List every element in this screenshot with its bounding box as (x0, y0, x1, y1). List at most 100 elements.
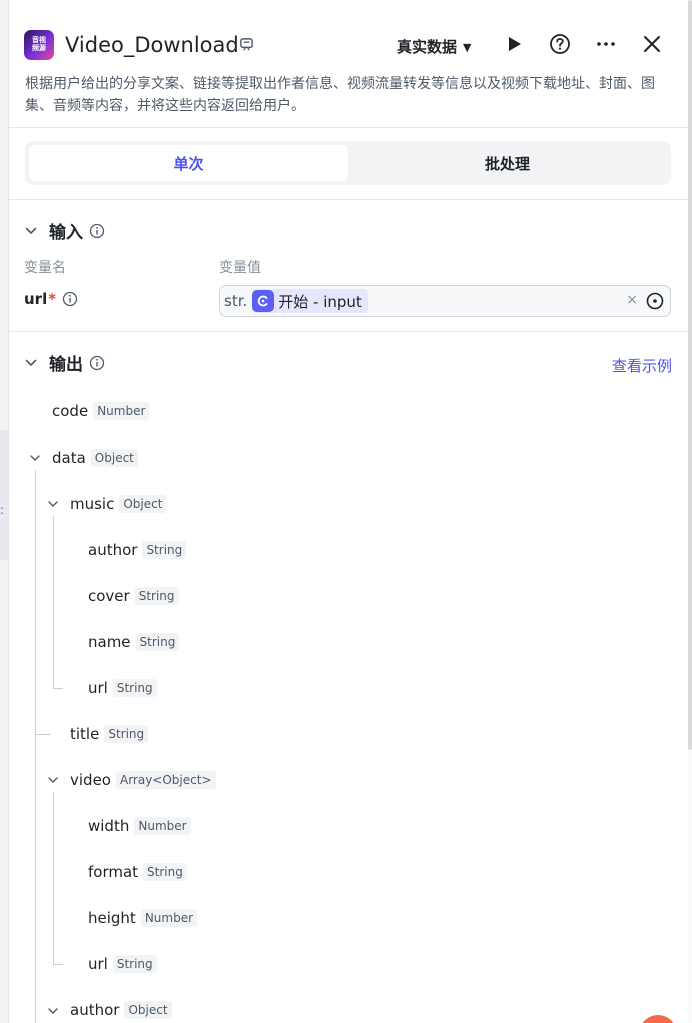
caret-down-icon: ▼ (463, 41, 472, 54)
info-icon[interactable] (89, 355, 105, 371)
field-name: music (70, 495, 115, 513)
section-divider (9, 199, 688, 200)
variable-picker-icon[interactable] (646, 292, 664, 310)
field-name: cover (88, 587, 130, 605)
field-type-tag: String (112, 679, 157, 697)
tree-item-video-format: format String (88, 860, 187, 884)
required-mark: * (48, 290, 57, 308)
tree-connector (53, 964, 63, 965)
tree-item-code: code Number (52, 399, 150, 423)
field-type-tag: Number (93, 402, 150, 420)
field-name: format (88, 863, 139, 881)
tree-item-music-cover: cover String (88, 584, 179, 608)
field-name: data (52, 449, 86, 467)
page-title: Video_Download (65, 33, 239, 57)
scrollbar-thumb[interactable] (688, 0, 692, 750)
field-type-tag: Object (119, 495, 167, 513)
field-type-tag: String (104, 725, 149, 743)
plugin-description: 根据用户给出的分享文案、链接等提取出作者信息、视频流量转发等信息以及视频下载地址… (25, 76, 655, 114)
tree-item-video-width: width Number (88, 814, 191, 838)
section-divider (9, 331, 688, 332)
field-name: code (52, 402, 89, 420)
input-section-title: 输入 (49, 223, 83, 243)
field-type-tag: Array<Object> (115, 771, 216, 789)
run-mode-tabs: 单次 批处理 (25, 141, 671, 185)
field-type-tag: String (143, 863, 187, 881)
column-header-var-value: 变量值 (219, 260, 261, 276)
tree-item-author[interactable]: author Object (70, 998, 172, 1022)
tree-connector (53, 688, 63, 689)
tree-item-title: title String (70, 722, 149, 746)
info-icon[interactable] (89, 223, 105, 239)
tree-item-video-height: height Number (88, 906, 198, 930)
left-panel-marker: : (0, 503, 5, 517)
tree-item-music-url: url String (88, 676, 157, 700)
field-type-tag: String (112, 955, 157, 973)
output-section-header[interactable]: 输出 (24, 350, 105, 375)
field-type-tag: String (142, 541, 187, 559)
clear-icon[interactable]: × (626, 292, 638, 308)
plugin-test-panel: 音视 频源 Video_Download 真实数据 ▼ 根据用户给出的分享文案、… (9, 0, 688, 1023)
panel-header: 音视 频源 Video_Download 真实数据 ▼ 根据用户给出的分享文案、… (9, 0, 688, 128)
field-type-tag: String (134, 587, 179, 605)
logo-text-line2: 频源 (32, 44, 46, 52)
chevron-down-icon[interactable] (47, 498, 59, 510)
edit-title-icon[interactable] (239, 37, 254, 52)
output-section-title: 输出 (49, 355, 83, 375)
chevron-down-icon[interactable] (47, 774, 59, 786)
plugin-logo-icon: 音视 频源 (24, 30, 54, 60)
column-header-var-name: 变量名 (24, 260, 66, 276)
chevron-down-icon (25, 359, 37, 366)
tree-connector (35, 470, 36, 1023)
tree-item-music-name: name String (88, 630, 180, 654)
chevron-down-icon[interactable] (29, 452, 41, 464)
tree-item-data[interactable]: data Object (52, 446, 138, 470)
field-type-tag: Number (140, 909, 198, 927)
scrollbar[interactable] (688, 0, 692, 1023)
field-type-tag: Object (90, 449, 138, 467)
variable-reference-chip[interactable]: 开始 - input (252, 289, 368, 313)
tree-connector (53, 516, 54, 688)
tab-batch[interactable]: 批处理 (348, 145, 667, 181)
tree-item-video-url: url String (88, 952, 157, 976)
tree-connector (35, 734, 51, 735)
chevron-down-icon[interactable] (47, 1005, 59, 1017)
var-name-text: url (24, 290, 48, 308)
field-name: height (88, 909, 136, 927)
input-var-url-label: url * (24, 290, 78, 308)
field-name: name (88, 633, 131, 651)
data-mode-select[interactable]: 真实数据 ▼ (397, 36, 471, 57)
left-panel-edge: : (0, 0, 9, 1023)
tree-connector (53, 792, 54, 964)
close-icon[interactable] (641, 33, 663, 55)
field-name: url (88, 955, 108, 973)
view-example-link[interactable]: 查看示例 (612, 355, 672, 376)
tree-item-music[interactable]: music Object (70, 492, 167, 516)
help-icon[interactable] (549, 33, 571, 55)
floating-assistant-button[interactable] (639, 1015, 677, 1023)
tree-item-music-author: author String (88, 538, 187, 562)
field-type-tag: Number (134, 817, 191, 835)
input-section-header[interactable]: 输入 (24, 218, 105, 243)
info-icon[interactable] (62, 291, 78, 307)
field-name: video (70, 771, 111, 789)
tab-single[interactable]: 单次 (29, 145, 348, 181)
logo-text-line1: 音视 (32, 36, 46, 44)
run-play-icon[interactable] (503, 33, 525, 55)
tree-item-video[interactable]: video Array<Object> (70, 768, 216, 792)
field-type-tag: String (135, 633, 180, 651)
more-options-icon[interactable] (595, 33, 617, 55)
var-type-tag: str. (224, 292, 248, 310)
field-type-tag: Object (124, 1001, 172, 1019)
data-mode-label: 真实数据 (397, 38, 458, 56)
chevron-down-icon (25, 227, 37, 234)
reference-text: 开始 - input (278, 292, 362, 311)
field-name: author (88, 541, 138, 559)
left-panel-notch (0, 430, 9, 560)
field-name: width (88, 817, 130, 835)
start-node-icon (252, 290, 275, 312)
field-name: title (70, 725, 100, 743)
field-name: author (70, 1001, 120, 1019)
url-value-field[interactable]: str. 开始 - input × (219, 285, 671, 317)
field-name: url (88, 679, 108, 697)
